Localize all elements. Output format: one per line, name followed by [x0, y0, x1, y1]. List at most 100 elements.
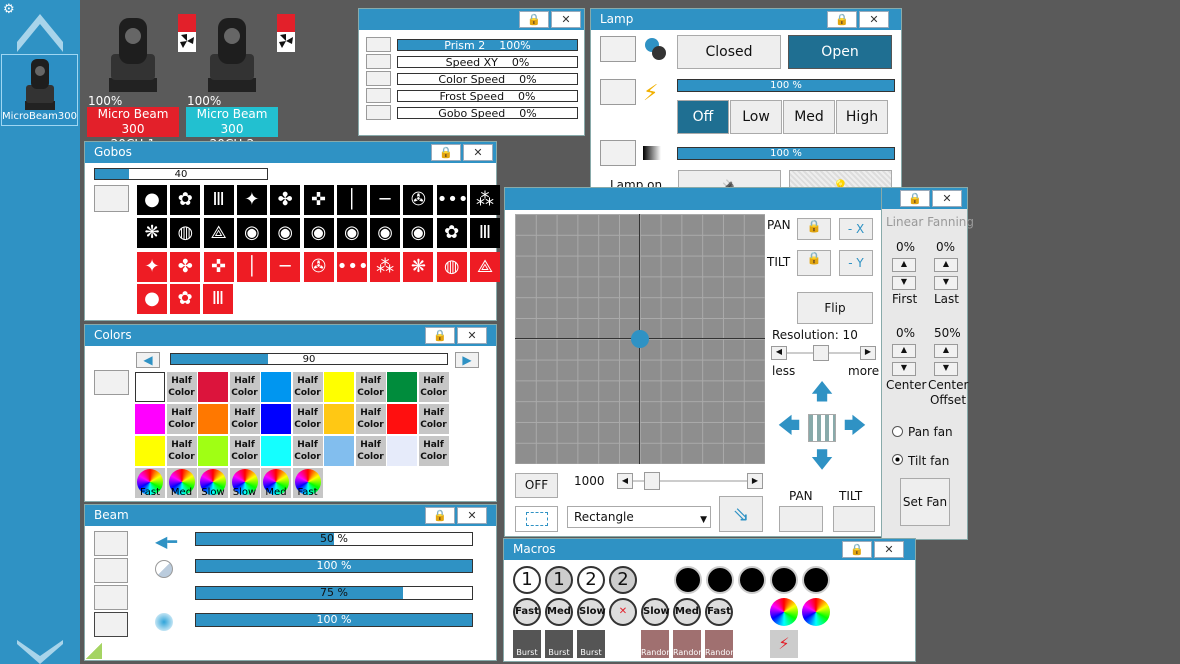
gobo-icon[interactable]: ••• — [336, 252, 367, 282]
gobo-icon[interactable]: ◉ — [303, 218, 334, 248]
pan-bottom-button[interactable] — [779, 506, 823, 532]
macro-dimmer-icon[interactable] — [802, 566, 830, 594]
prism-row-bar[interactable]: Frost Speed 0% — [397, 90, 578, 102]
speed-right-icon[interactable]: ▶ — [747, 473, 763, 489]
res-right-icon[interactable]: ▶ — [860, 346, 876, 360]
minus-y-button[interactable]: - Y — [839, 250, 873, 276]
lock-icon[interactable]: 🔒 — [900, 190, 930, 207]
macro-color-wheel-icon[interactable] — [802, 598, 830, 626]
lamp-shutter-select[interactable] — [600, 36, 636, 62]
close-button[interactable]: ✕ — [457, 327, 487, 344]
macro-dimmer-icon[interactable] — [770, 566, 798, 594]
prism-row-bar[interactable]: Color Speed 0% — [397, 73, 578, 85]
arrow-up-icon[interactable]: 🡅 — [806, 378, 838, 410]
prism-row-button[interactable] — [366, 54, 391, 69]
macro-dimmer-icon[interactable] — [706, 566, 734, 594]
beam-row-bar[interactable]: 75 % — [195, 586, 473, 600]
tilt-bottom-button[interactable] — [833, 506, 875, 532]
arrow-down-icon[interactable]: 🡇 — [806, 446, 838, 478]
half-color-button[interactable]: Half Color — [418, 436, 449, 466]
color-wheel-speed-button[interactable]: Slow — [198, 468, 228, 498]
beam-row-button[interactable] — [94, 585, 128, 610]
fixture-1[interactable]: 100% Micro Beam 300 20CH-1 — [87, 14, 196, 151]
gobo-icon[interactable]: ✇ — [303, 252, 334, 282]
lock-icon[interactable]: 🔒 — [842, 541, 872, 558]
closed-button[interactable]: Closed — [677, 35, 781, 69]
color-next-icon[interactable]: ▶ — [455, 352, 479, 368]
gobo-icon[interactable]: ✜ — [303, 185, 334, 215]
gobo-icon[interactable]: │ — [336, 185, 367, 215]
macro-strobe-button[interactable]: Burst — [545, 630, 573, 658]
pantilt-cursor[interactable] — [631, 330, 649, 348]
color-wheel-speed-button[interactable]: Med — [166, 468, 197, 498]
arrow-right-icon[interactable]: 🡆 — [839, 412, 871, 444]
macro-dimmer-icon[interactable] — [738, 566, 766, 594]
half-color-button[interactable]: Half Color — [355, 436, 386, 466]
gobo-icon[interactable]: ⁂ — [370, 252, 401, 282]
gobo-icon[interactable]: ••• — [436, 185, 467, 215]
speed-left-icon[interactable]: ◀ — [617, 473, 633, 489]
color-wheel-speed-button[interactable]: Fast — [135, 468, 165, 498]
gobo-icon[interactable]: ✇ — [403, 185, 434, 215]
close-button[interactable]: ✕ — [859, 11, 889, 28]
prism-row-bar[interactable]: Prism 2 100% — [397, 39, 578, 51]
color-swatch[interactable] — [135, 436, 165, 466]
offset-up-icon[interactable]: ▲ — [934, 344, 958, 358]
beam-row-bar[interactable]: 100 % — [195, 559, 473, 573]
gobo-icon[interactable]: ◍ — [170, 218, 201, 248]
tilt-lock-icon[interactable]: 🔒 — [797, 250, 831, 276]
macro-strobe-button[interactable]: Random — [641, 630, 674, 658]
flip-button[interactable]: Flip — [797, 292, 873, 324]
macro-speed-button[interactable]: Slow — [577, 598, 606, 626]
lamp-speed-low-button[interactable]: Low — [730, 100, 782, 134]
gobo-icon[interactable]: ✤ — [270, 185, 301, 215]
color-swatch[interactable] — [387, 404, 417, 434]
close-button[interactable]: ✕ — [874, 541, 904, 558]
last-up-icon[interactable]: ▲ — [934, 258, 958, 272]
color-swatch[interactable] — [324, 372, 354, 402]
center-icon[interactable] — [808, 414, 836, 442]
gobo-icon[interactable]: ● — [137, 185, 167, 215]
macro-number-button[interactable]: 1 — [545, 566, 573, 594]
prism-row-button[interactable] — [366, 88, 391, 103]
minus-x-button[interactable]: - X — [839, 218, 873, 240]
tilt-fan-radio[interactable] — [892, 454, 903, 465]
half-color-button[interactable]: Half Color — [166, 372, 197, 402]
half-color-button[interactable]: Half Color — [355, 404, 386, 434]
macro-speed-button[interactable]: Med — [673, 598, 701, 626]
gobo-icon[interactable]: ✜ — [203, 252, 234, 282]
swap-icon[interactable]: ⇘ — [719, 496, 763, 532]
half-color-button[interactable]: Half Color — [166, 436, 197, 466]
macro-speed-button[interactable]: Med — [545, 598, 573, 626]
color-prev-icon[interactable]: ◀ — [136, 352, 160, 368]
half-color-button[interactable]: Half Color — [229, 436, 260, 466]
macro-lightning-icon[interactable]: ⚡ — [770, 630, 798, 658]
close-button[interactable]: ✕ — [932, 190, 962, 207]
gobo-icon[interactable]: Ⅲ — [470, 218, 500, 248]
lock-icon[interactable]: 🔒 — [425, 507, 455, 524]
center-down-icon[interactable]: ▼ — [892, 362, 916, 376]
half-color-button[interactable]: Half Color — [355, 372, 386, 402]
gobo-icon[interactable]: │ — [236, 252, 267, 282]
color-swatch[interactable] — [135, 404, 165, 434]
color-wheel-speed-button[interactable]: Fast — [292, 468, 323, 498]
gobo-icon[interactable]: ✿ — [170, 185, 201, 215]
gobo-icon[interactable]: ⟁ — [203, 218, 234, 248]
shape-icon[interactable] — [515, 506, 558, 532]
first-up-icon[interactable]: ▲ — [892, 258, 916, 272]
shape-select[interactable]: Rectangle ▼ — [567, 506, 711, 528]
lock-icon[interactable]: 🔒 — [519, 11, 549, 28]
half-color-button[interactable]: Half Color — [292, 404, 323, 434]
gobo-select-button[interactable] — [94, 185, 129, 212]
gobo-icon[interactable]: ✦ — [137, 252, 167, 282]
macro-strobe-button[interactable]: Random — [673, 630, 706, 658]
close-button[interactable]: ✕ — [457, 507, 487, 524]
gobo-icon[interactable]: ⟁ — [470, 252, 500, 282]
close-button[interactable]: ✕ — [551, 11, 581, 28]
gear-icon[interactable]: ⚙ — [3, 2, 15, 17]
color-swatch[interactable] — [135, 372, 165, 402]
lock-icon[interactable]: 🔒 — [425, 327, 455, 344]
gobo-icon[interactable]: ❋ — [403, 252, 434, 282]
macro-number-button[interactable]: 1 — [513, 566, 541, 594]
gobo-icon[interactable]: ◍ — [436, 252, 467, 282]
